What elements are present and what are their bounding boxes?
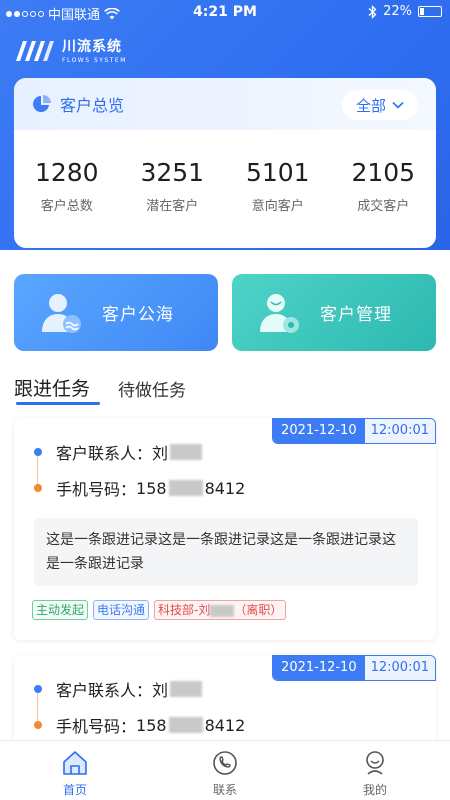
logo-icon <box>16 41 54 61</box>
status-right: 22% <box>368 4 442 19</box>
bottom-tab-bar: 首页 联系 我的 <box>0 740 450 800</box>
stat-label: 潜在客户 <box>146 199 199 214</box>
follow-up-note: 这是一条跟进记录这是一条跟进记录这是一条跟进记录这是一条跟进记录 <box>34 518 418 586</box>
customer-manage-button[interactable]: 客户管理 <box>232 274 436 351</box>
masked-text <box>170 681 203 697</box>
contact-label: 客户联系人： <box>56 681 153 700</box>
tag-initiate: 主动发起 <box>32 600 89 620</box>
tab-todo-tasks[interactable]: 待做任务 <box>118 376 186 401</box>
battery-icon <box>418 6 442 17</box>
phone-prefix: 158 <box>136 478 167 498</box>
dept-suffix: （离职） <box>234 603 283 617</box>
stat-value: 1280 <box>34 158 99 187</box>
overview-filter-dropdown[interactable]: 全部 <box>341 90 418 120</box>
contact-name: 刘 <box>152 681 169 700</box>
stat-intent[interactable]: 5101 意向客户 <box>225 158 331 214</box>
manage-label: 客户管理 <box>320 305 392 325</box>
contact-label: 客户联系人： <box>56 444 153 463</box>
logo-text: 川流系统 FLOWS SYSTEM <box>62 36 127 64</box>
pie-chart-icon <box>33 95 51 112</box>
datetime-badge: 2021-12-10 12:00:01 <box>272 418 436 444</box>
chevron-down-icon <box>392 101 404 109</box>
stat-label: 客户总数 <box>40 199 93 214</box>
task-date: 2021-12-10 <box>273 656 365 680</box>
dept-prefix: 科技部-刘 <box>158 603 211 617</box>
tabbar-label: 联系 <box>212 783 237 797</box>
tabbar-label: 我的 <box>362 783 387 797</box>
home-icon <box>63 751 87 775</box>
task-card[interactable]: 2021-12-10 12:00:01 客户联系人： 刘 手机号码： 158 8… <box>14 418 436 640</box>
tabbar-contact[interactable]: 联系 <box>150 741 300 800</box>
tag-method: 电话沟通 <box>93 600 150 620</box>
masked-text <box>170 444 203 460</box>
masked-text <box>168 480 203 496</box>
tab-active-indicator <box>16 402 100 405</box>
overview-stats: 1280 客户总数 3251 潜在客户 5101 意向客户 2105 成交客户 <box>14 158 436 214</box>
phone-row: 手机号码： 158 8412 <box>34 713 245 737</box>
contact-row: 客户联系人： 刘 <box>34 440 203 464</box>
phone-label: 手机号码： <box>56 717 137 736</box>
phone-suffix: 8412 <box>204 478 246 498</box>
filter-label: 全部 <box>355 96 386 115</box>
app-logo: 川流系统 FLOWS SYSTEM <box>14 36 127 64</box>
stat-value: 2105 <box>351 158 416 187</box>
stat-label: 意向客户 <box>251 199 304 214</box>
stat-total[interactable]: 1280 客户总数 <box>14 158 120 214</box>
stat-value: 3251 <box>140 158 205 187</box>
tab-label: 待做任务 <box>118 381 187 401</box>
customer-pool-button[interactable]: 客户公海 <box>14 274 218 351</box>
bullet-icon <box>34 484 42 492</box>
stat-closed[interactable]: 2105 成交客户 <box>331 158 437 214</box>
bullet-icon <box>34 721 42 729</box>
datetime-badge: 2021-12-10 12:00:01 <box>272 655 436 681</box>
contact-row: 客户联系人： 刘 <box>34 677 203 701</box>
tab-label: 跟进任务 <box>14 378 91 400</box>
status-bar: 中国联通 4:21 PM 22% <box>0 0 450 26</box>
logo-en: FLOWS SYSTEM <box>62 57 127 64</box>
phone-label: 手机号码： <box>56 480 137 499</box>
bluetooth-icon <box>368 4 377 19</box>
task-time: 12:00:01 <box>364 656 435 680</box>
stat-potential[interactable]: 3251 潜在客户 <box>120 158 226 214</box>
customer-overview-card: 客户总览 全部 1280 客户总数 3251 潜在客户 5101 意向客户 21… <box>14 78 436 248</box>
tabbar-home[interactable]: 首页 <box>0 741 150 800</box>
user-pool-icon <box>42 293 81 333</box>
stat-value: 5101 <box>245 158 310 187</box>
masked-text <box>210 604 235 617</box>
contact-name: 刘 <box>152 444 169 463</box>
battery-fill <box>420 8 424 15</box>
task-tags: 主动发起 电话沟通 科技部-刘 （离职） <box>32 600 287 620</box>
tag-department: 科技部-刘 （离职） <box>154 600 287 620</box>
bullet-icon <box>34 685 42 693</box>
user-settings-icon <box>260 293 299 333</box>
task-tabs: 跟进任务 待做任务 <box>14 374 214 405</box>
pool-label: 客户公海 <box>102 305 174 325</box>
tab-follow-tasks[interactable]: 跟进任务 <box>14 374 100 405</box>
phone-row: 手机号码： 158 8412 <box>34 476 245 500</box>
logo-cn: 川流系统 <box>62 39 122 55</box>
task-date: 2021-12-10 <box>273 419 365 443</box>
overview-title: 客户总览 <box>60 96 125 115</box>
masked-text <box>168 717 203 733</box>
user-profile-icon <box>366 751 384 775</box>
task-time: 12:00:01 <box>364 419 435 443</box>
phone-suffix: 8412 <box>204 715 246 735</box>
phone-prefix: 158 <box>136 715 167 735</box>
stat-label: 成交客户 <box>357 199 410 214</box>
tabbar-mine[interactable]: 我的 <box>300 741 450 800</box>
bullet-icon <box>34 448 42 456</box>
tabbar-label: 首页 <box>62 783 87 797</box>
phone-chat-icon <box>213 751 237 775</box>
battery-percent: 22% <box>383 4 412 19</box>
